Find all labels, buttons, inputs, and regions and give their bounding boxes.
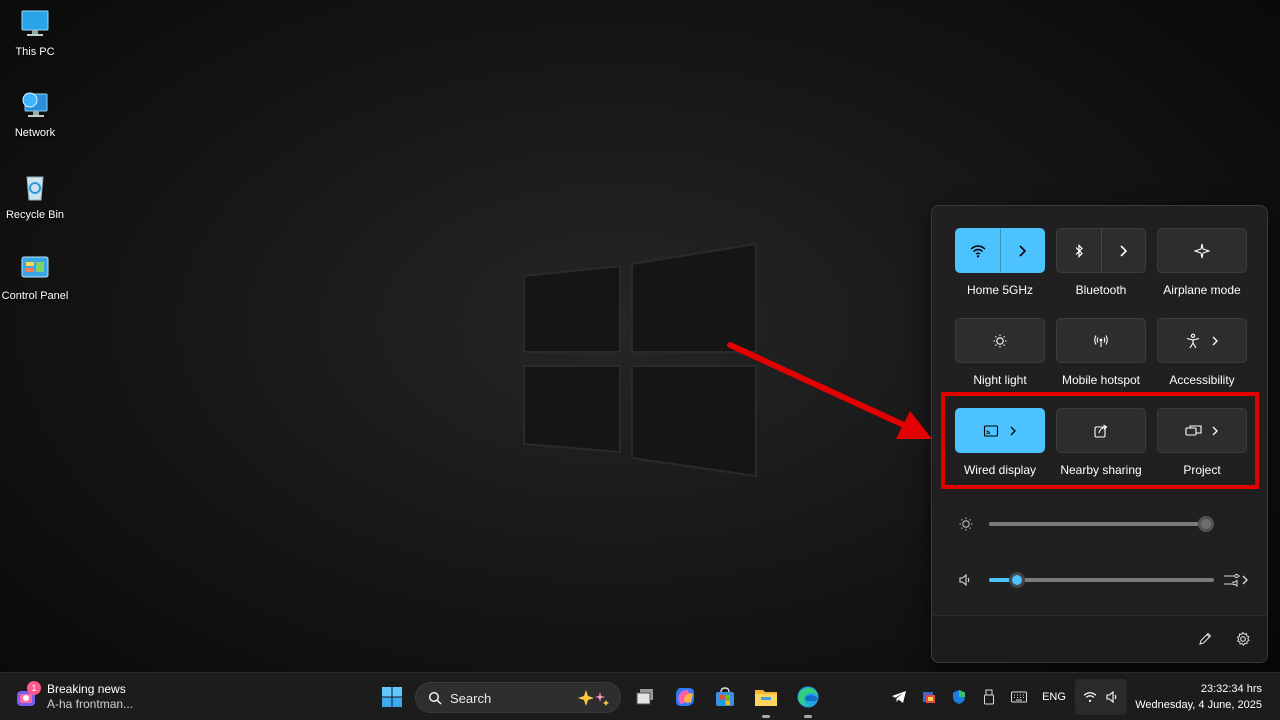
store-icon: [716, 687, 734, 706]
file-explorer-button[interactable]: [748, 673, 784, 720]
speaker-icon[interactable]: [958, 573, 972, 587]
wifi-icon: [1083, 692, 1097, 702]
brightness-icon: [959, 517, 973, 531]
search-icon: [428, 691, 442, 705]
desktop-icon-label: Recycle Bin: [5, 209, 65, 221]
tray-usb[interactable]: [978, 673, 1000, 720]
tile-label: Mobile hotspot: [1061, 373, 1141, 387]
brightness-slider[interactable]: [989, 522, 1206, 526]
tray-keyboard[interactable]: [1008, 673, 1030, 720]
control-panel-icon: [21, 256, 49, 278]
chevron-right-icon: [1212, 336, 1218, 345]
notification-badge: 1: [27, 681, 41, 695]
mobile-hotspot-tile[interactable]: [1056, 318, 1146, 363]
desktop-icon-this-pc[interactable]: This PC: [0, 8, 70, 58]
news-subtitle: A-ha frontman...: [47, 697, 134, 711]
chevron-right-icon: [1019, 244, 1027, 257]
accessibility-tile[interactable]: [1157, 318, 1247, 363]
desktop-icon-control-panel[interactable]: Control Panel: [0, 252, 70, 302]
shield-icon: [953, 690, 965, 704]
edit-pencil-icon[interactable]: [1197, 631, 1213, 647]
accessibility-icon: [1186, 333, 1200, 348]
audio-output-icon[interactable]: [1223, 572, 1249, 588]
tile-label: Airplane mode: [1163, 283, 1241, 297]
tile-label: Bluetooth: [1075, 283, 1127, 297]
keyboard-icon: [1011, 691, 1027, 703]
clock-date: Wednesday, 4 June, 2025: [1135, 699, 1262, 711]
start-button[interactable]: [374, 673, 410, 720]
desktop-icon-network[interactable]: Network: [0, 89, 70, 139]
bluetooth-icon: [1075, 243, 1083, 258]
wifi-expand-button[interactable]: [999, 229, 1045, 272]
desktop-icon-label: Network: [14, 127, 56, 139]
chevron-right-icon: [1120, 244, 1128, 257]
windows-start-icon: [382, 687, 402, 707]
airplane-mode-tile[interactable]: [1157, 228, 1247, 273]
desktop-icon-label: This PC: [15, 46, 55, 58]
bluetooth-expand-button[interactable]: [1100, 229, 1146, 272]
wifi-icon: [970, 244, 986, 257]
network-volume-tray-button[interactable]: [1075, 679, 1127, 715]
bluetooth-tile[interactable]: [1056, 228, 1146, 273]
tray-app-icon[interactable]: [918, 673, 940, 720]
copilot-app-button[interactable]: [668, 673, 702, 720]
edge-browser-button[interactable]: [790, 673, 826, 720]
hotspot-icon: [1094, 334, 1108, 347]
wifi-tile[interactable]: [955, 228, 1045, 273]
taskbar-search-box[interactable]: Search: [415, 682, 621, 713]
tile-label: Home 5GHz: [966, 283, 1034, 297]
search-placeholder: Search: [450, 691, 492, 706]
airplane-icon: [1194, 243, 1210, 258]
quick-settings-footer: [932, 615, 1267, 662]
copilot-sparkle-icon: [578, 690, 609, 706]
taskbar-clock[interactable]: 23:32:34 hrs Wednesday, 4 June, 2025: [1135, 681, 1262, 713]
telegram-icon: [892, 691, 906, 703]
taskbar: Breaking news A-ha frontman... 1 Search: [0, 672, 1280, 720]
network-icon: [22, 92, 48, 117]
annotation-arrow: [727, 342, 932, 439]
brightness-slider-fill: [989, 522, 1206, 526]
usb-drive-icon: [984, 689, 994, 705]
copilot-icon: [676, 688, 694, 706]
tray-telegram[interactable]: [888, 673, 910, 720]
desktop-icon-label: Control Panel: [1, 290, 69, 302]
monitor-icon: [21, 10, 49, 36]
night-light-tile[interactable]: [955, 318, 1045, 363]
brightness-slider-thumb[interactable]: [1198, 516, 1214, 532]
recycle-bin-icon: [26, 176, 44, 201]
speaker-icon: [1106, 690, 1117, 704]
tile-label: Night light: [973, 373, 1027, 387]
running-indicator: [762, 715, 770, 718]
edge-icon: [797, 686, 819, 708]
tray-security[interactable]: [948, 673, 970, 720]
desktop-icon-recycle-bin[interactable]: Recycle Bin: [0, 171, 70, 221]
task-view-button[interactable]: [628, 673, 662, 720]
volume-slider-thumb[interactable]: [1009, 572, 1025, 588]
tile-label: Accessibility: [1169, 373, 1235, 387]
annotation-highlight-box: [941, 392, 1259, 489]
clock-time: 23:32:34 hrs: [1200, 683, 1262, 695]
task-view-icon: [636, 689, 653, 705]
microsoft-store-button[interactable]: [708, 673, 742, 720]
bluetooth-toggle[interactable]: [1057, 229, 1101, 272]
folder-icon: [755, 690, 777, 706]
night-light-icon: [993, 334, 1007, 347]
wifi-toggle[interactable]: [956, 229, 1000, 272]
news-title: Breaking news: [47, 682, 126, 696]
settings-gear-icon[interactable]: [1235, 631, 1251, 647]
language-indicator[interactable]: ENG: [1037, 673, 1071, 720]
running-indicator: [804, 715, 812, 718]
app-tray-icon: [923, 692, 935, 703]
